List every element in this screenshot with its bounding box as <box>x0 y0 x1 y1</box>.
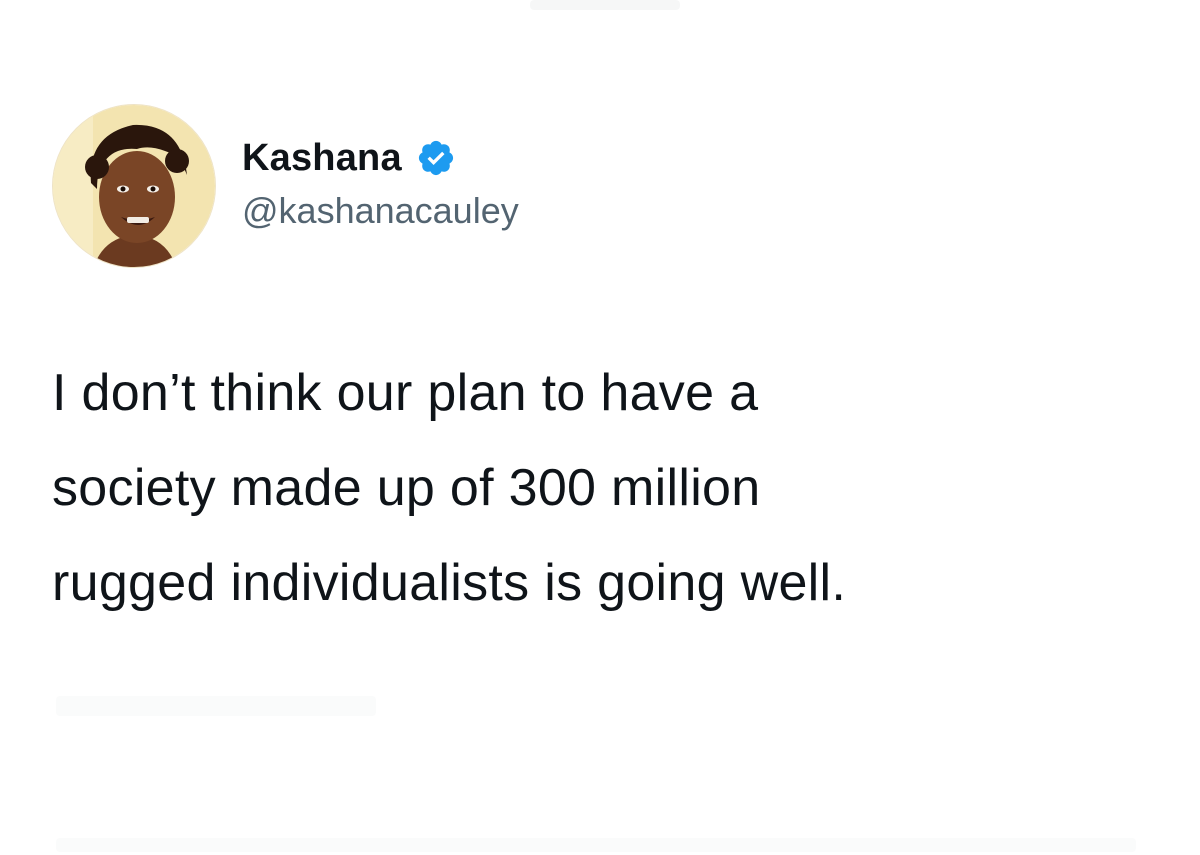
tweet-screenshot: Kashana @kashanacauley I don’t think our… <box>0 0 1200 855</box>
tweet-text: I don’t think our plan to have a society… <box>52 346 1152 631</box>
name-row: Kashana <box>242 134 519 182</box>
tweet-text-line: I don’t think our plan to have a <box>52 364 759 422</box>
verified-check-icon <box>416 138 456 178</box>
tweet-header: Kashana @kashanacauley <box>52 104 519 268</box>
tweet-text-line: rugged individualists is going well. <box>52 554 847 612</box>
cropped-top-remnant <box>530 0 680 10</box>
display-name[interactable]: Kashana <box>242 137 402 180</box>
avatar[interactable] <box>52 104 216 268</box>
tweet-text-line: society made up of 300 million <box>52 459 761 517</box>
avatar-image <box>53 105 215 267</box>
author-identity: Kashana @kashanacauley <box>242 134 519 232</box>
cropped-timestamp-remnant <box>56 696 376 716</box>
cropped-bottom-remnant <box>56 838 1136 852</box>
author-handle[interactable]: @kashanacauley <box>242 190 519 232</box>
